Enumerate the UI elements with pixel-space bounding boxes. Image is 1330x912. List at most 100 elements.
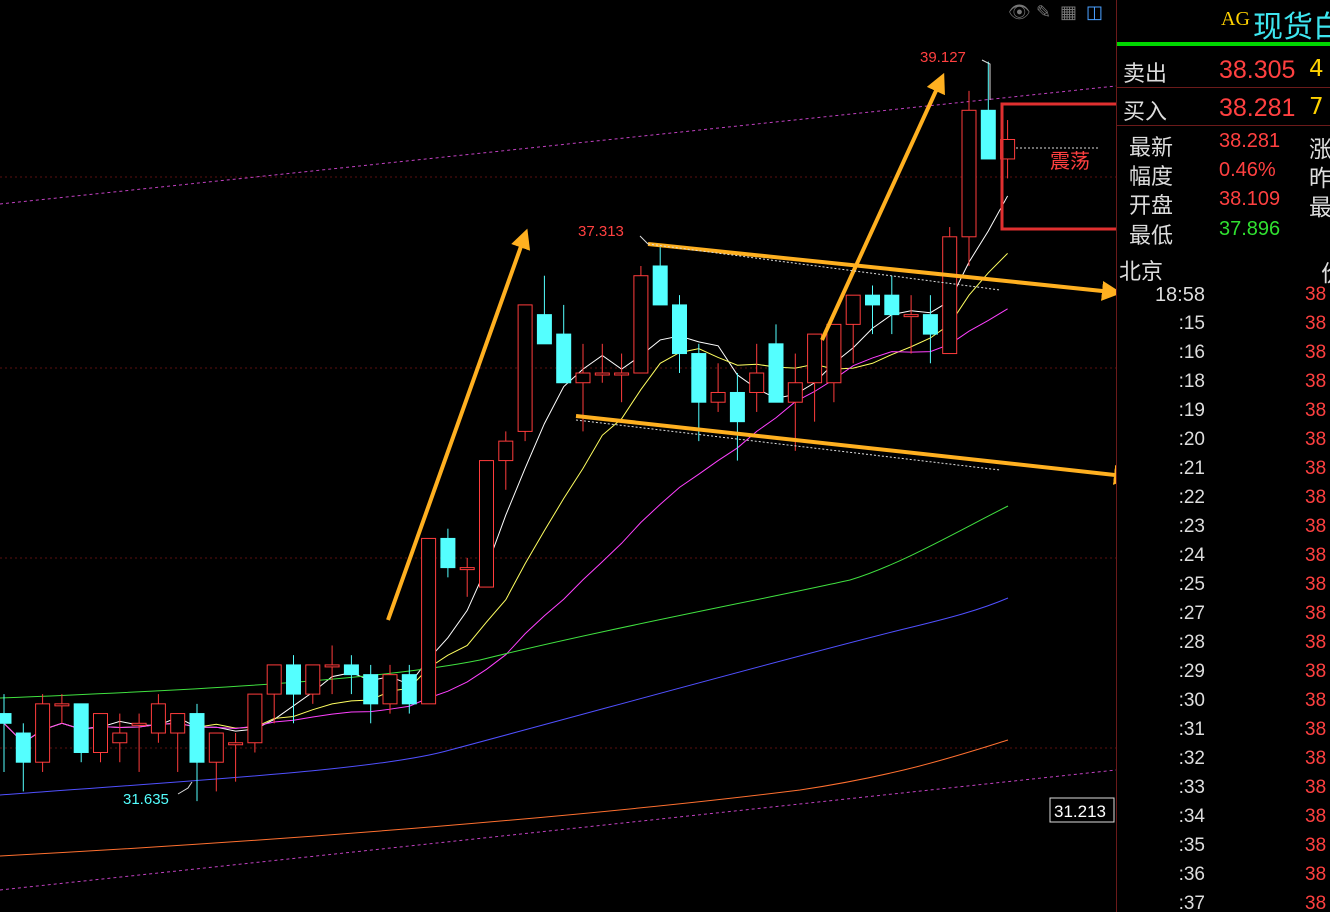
header-bar	[1117, 42, 1330, 46]
low-pointer	[177, 781, 193, 795]
candle-down	[884, 294, 900, 316]
candle-up	[459, 567, 475, 571]
tick-row[interactable]: :18 38	[1117, 371, 1330, 399]
support-trendline	[575, 419, 1001, 471]
tick-row[interactable]: :27 38	[1117, 603, 1330, 631]
candle-down	[652, 265, 668, 306]
quote-value: 38.305	[1219, 56, 1296, 84]
candle-down	[536, 314, 552, 345]
tick-row[interactable]: :31 38	[1117, 719, 1330, 747]
tick-row[interactable]: :33 38	[1117, 777, 1330, 805]
tick-price: 38	[1305, 429, 1327, 450]
quote-label: 卖出	[1123, 62, 1168, 87]
candle-down	[286, 664, 301, 695]
quote-extra: 最	[1309, 195, 1330, 221]
candle-up	[479, 460, 494, 588]
tick-price: 38	[1305, 864, 1327, 885]
quote-row: 幅度 0.46% 昨	[1117, 159, 1330, 192]
tick-row[interactable]: :23 38	[1117, 516, 1330, 544]
candle-up	[633, 275, 649, 374]
tick-time: :27	[1178, 603, 1205, 624]
swing-high-pointer	[639, 235, 649, 245]
quote-panel: AG 现货白 卖出38.3054买入38.2817最新38.281涨幅度0.46…	[1116, 0, 1330, 912]
tick-time: :28	[1178, 632, 1205, 653]
tick-row[interactable]: 18:58 38	[1117, 284, 1330, 312]
tick-row[interactable]: :15 38	[1117, 313, 1330, 341]
candle-down	[363, 674, 379, 705]
tick-row[interactable]: :34 38	[1117, 806, 1330, 834]
candle-up	[170, 713, 186, 734]
symbol-title[interactable]: 现货白	[1253, 2, 1330, 46]
quote-extra: 4	[1309, 56, 1324, 82]
tick-price: 38	[1305, 400, 1327, 421]
tick-time: :16	[1178, 342, 1205, 363]
candle-down	[922, 314, 938, 335]
quote-value: 38.281	[1219, 94, 1296, 122]
tick-row[interactable]: :25 38	[1117, 574, 1330, 602]
candle-up	[594, 372, 610, 376]
tick-row[interactable]: :37 38	[1117, 893, 1330, 912]
candle-down	[73, 703, 89, 753]
channel-upper	[0, 85, 1116, 205]
tick-price: 38	[1305, 719, 1327, 740]
candle-up	[498, 440, 514, 462]
candle-up	[150, 703, 166, 734]
row-divider	[1117, 87, 1330, 88]
tick-price: 38	[1305, 342, 1327, 363]
ma20-line	[3, 308, 1008, 744]
annotation-label: 震荡	[1050, 149, 1090, 173]
pencil-icon[interactable]: ✎	[1036, 2, 1051, 23]
tick-row[interactable]: :30 38	[1117, 690, 1330, 718]
tick-row[interactable]: :16 38	[1117, 342, 1330, 370]
quote-row: 开盘 38.109 最	[1117, 188, 1330, 221]
ma120-line	[0, 597, 1009, 796]
tick-row[interactable]: :32 38	[1117, 748, 1330, 776]
tick-price: 38	[1305, 806, 1327, 827]
tick-time: :34	[1178, 806, 1205, 827]
city-label: 北京	[1119, 260, 1164, 285]
kline-chart[interactable]: 震荡 39.127 37.313 31.635 31.213	[0, 0, 1116, 912]
tick-price: 38	[1305, 893, 1327, 912]
candle-up	[382, 674, 398, 705]
candle-up	[305, 664, 321, 695]
candle-down	[343, 664, 359, 676]
candle-up	[903, 314, 919, 318]
tick-row[interactable]: :20 38	[1117, 429, 1330, 457]
panel-icon[interactable]: ◫	[1086, 2, 1103, 23]
tick-row[interactable]: :22 38	[1117, 487, 1330, 515]
channel-lower	[0, 769, 1116, 891]
tick-time: 18:58	[1154, 284, 1205, 306]
tick-row[interactable]: :28 38	[1117, 632, 1330, 660]
tick-row[interactable]: :36 38	[1117, 864, 1330, 892]
tick-price: 38	[1305, 371, 1327, 392]
grid-icon[interactable]: ▦	[1060, 2, 1077, 23]
candle-up	[93, 713, 108, 753]
candle-down	[672, 304, 687, 355]
candle-down	[401, 674, 417, 705]
quote-value: 37.896	[1219, 218, 1281, 240]
tick-row[interactable]: :35 38	[1117, 835, 1330, 863]
tick-row[interactable]: :29 38	[1117, 661, 1330, 689]
tick-price: 38	[1305, 313, 1327, 334]
candle-up	[942, 236, 958, 355]
quote-row: 最低 37.896	[1117, 218, 1330, 249]
swing-high-label: 37.313	[578, 223, 624, 240]
eye-slash-icon[interactable]: 👁	[1008, 2, 1031, 23]
tick-time: :22	[1178, 487, 1205, 508]
tick-time: :29	[1178, 661, 1205, 682]
tick-time: :32	[1178, 748, 1205, 769]
tick-row[interactable]: :24 38	[1117, 545, 1330, 573]
candle-down	[729, 391, 745, 423]
candle-up	[807, 333, 823, 384]
quote-label: 幅度	[1129, 165, 1174, 190]
support-arrow	[575, 414, 1116, 485]
symbol-code: AG	[1221, 8, 1250, 30]
tick-row[interactable]: :19 38	[1117, 400, 1330, 428]
chart-toolbar: 👁 ✎ ▦ ◫	[1008, 0, 1110, 24]
candle-up	[208, 732, 224, 763]
candle-up	[787, 382, 803, 403]
rise-arrow-1	[386, 228, 531, 621]
tick-row[interactable]: :21 38	[1117, 458, 1330, 486]
tick-time: :15	[1178, 313, 1205, 334]
quote-label: 买入	[1123, 100, 1168, 125]
